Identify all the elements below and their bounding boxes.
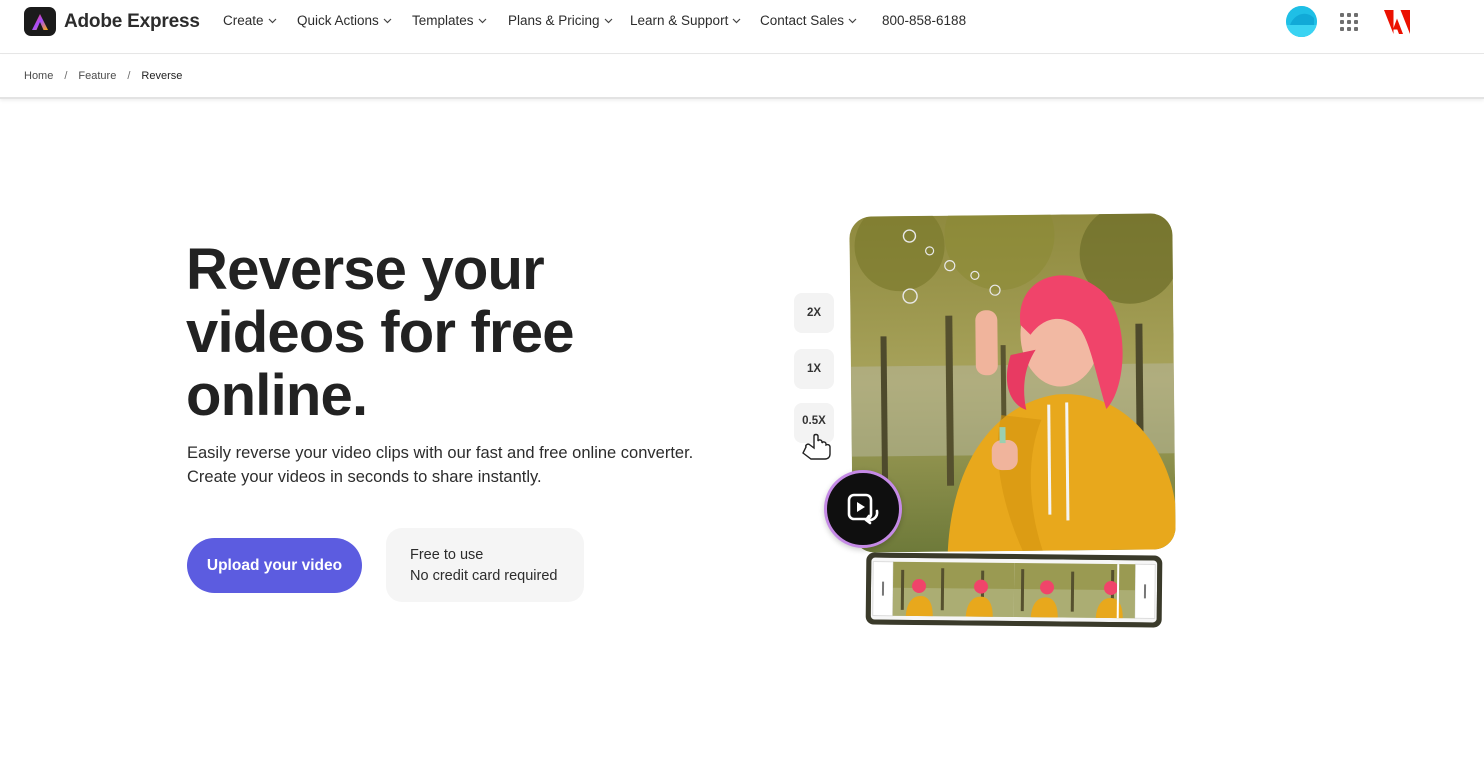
- hero-subtitle-line-2: Create your videos in seconds to share i…: [187, 468, 542, 486]
- chevron-down-icon: [732, 18, 741, 23]
- reverse-play-icon: [847, 493, 879, 525]
- chevron-down-icon: [478, 18, 486, 23]
- brand[interactable]: Adobe Express: [24, 7, 200, 36]
- breadcrumb-separator: /: [127, 70, 131, 82]
- nav-quick-actions[interactable]: Quick Actions: [297, 13, 392, 28]
- brand-name: Adobe Express: [64, 10, 200, 32]
- video-timeline-strip[interactable]: [865, 552, 1163, 628]
- pointer-hand-icon: [802, 433, 831, 460]
- nav-learn-support[interactable]: Learn & Support: [630, 13, 741, 28]
- nav-contact-sales[interactable]: Contact Sales: [760, 13, 857, 28]
- hero-title: Reverse your videos for free online.: [186, 237, 574, 428]
- nav-contact-sales-label: Contact Sales: [760, 13, 845, 28]
- no-credit-card-text: No credit card required: [410, 568, 558, 584]
- nav-templates-label: Templates: [412, 13, 474, 28]
- upload-video-button[interactable]: Upload your video: [187, 538, 362, 593]
- nav-learn-support-label: Learn & Support: [630, 13, 729, 28]
- nav-quick-actions-label: Quick Actions: [297, 13, 379, 28]
- nav-plans-pricing[interactable]: Plans & Pricing: [508, 13, 613, 28]
- chevron-down-icon: [383, 18, 392, 23]
- phone-number-link[interactable]: 800-858-6188: [882, 13, 966, 28]
- top-nav: Adobe Express Create Quick Actions Templ…: [0, 0, 1484, 54]
- hero-subtitle-line-1: Easily reverse your video clips with our…: [187, 444, 694, 462]
- free-to-use-text: Free to use: [410, 547, 484, 563]
- adobe-express-logo-icon: [24, 7, 56, 36]
- breadcrumb-list: Home / Feature / Reverse: [24, 70, 182, 82]
- hero-subtitle: Easily reverse your video clips with our…: [187, 441, 727, 489]
- speed-1x-button[interactable]: 1X: [794, 349, 834, 389]
- nav-create-label: Create: [223, 13, 264, 28]
- avatar-icon: [1286, 6, 1317, 37]
- app-switcher-grid-icon[interactable]: [1340, 13, 1358, 31]
- nav-templates[interactable]: Templates: [412, 13, 487, 28]
- nav-plans-pricing-label: Plans & Pricing: [508, 13, 600, 28]
- breadcrumb-feature[interactable]: Feature: [78, 70, 116, 82]
- free-info-box: Free to use No credit card required: [386, 528, 584, 602]
- breadcrumb-home[interactable]: Home: [24, 70, 53, 82]
- reverse-video-button[interactable]: [824, 470, 902, 548]
- user-avatar[interactable]: [1286, 6, 1317, 37]
- breadcrumb: Home / Feature / Reverse: [0, 55, 1484, 99]
- breadcrumb-separator: /: [64, 70, 68, 82]
- chevron-down-icon: [268, 18, 276, 23]
- adobe-logo-icon[interactable]: [1384, 10, 1410, 34]
- chevron-down-icon: [604, 18, 612, 23]
- speed-2x-button[interactable]: 2X: [794, 293, 834, 333]
- nav-create[interactable]: Create: [223, 13, 277, 28]
- hero-illustration: 2X 1X 0.5X: [780, 205, 1200, 645]
- breadcrumb-current: Reverse: [141, 70, 183, 82]
- chevron-down-icon: [848, 18, 857, 23]
